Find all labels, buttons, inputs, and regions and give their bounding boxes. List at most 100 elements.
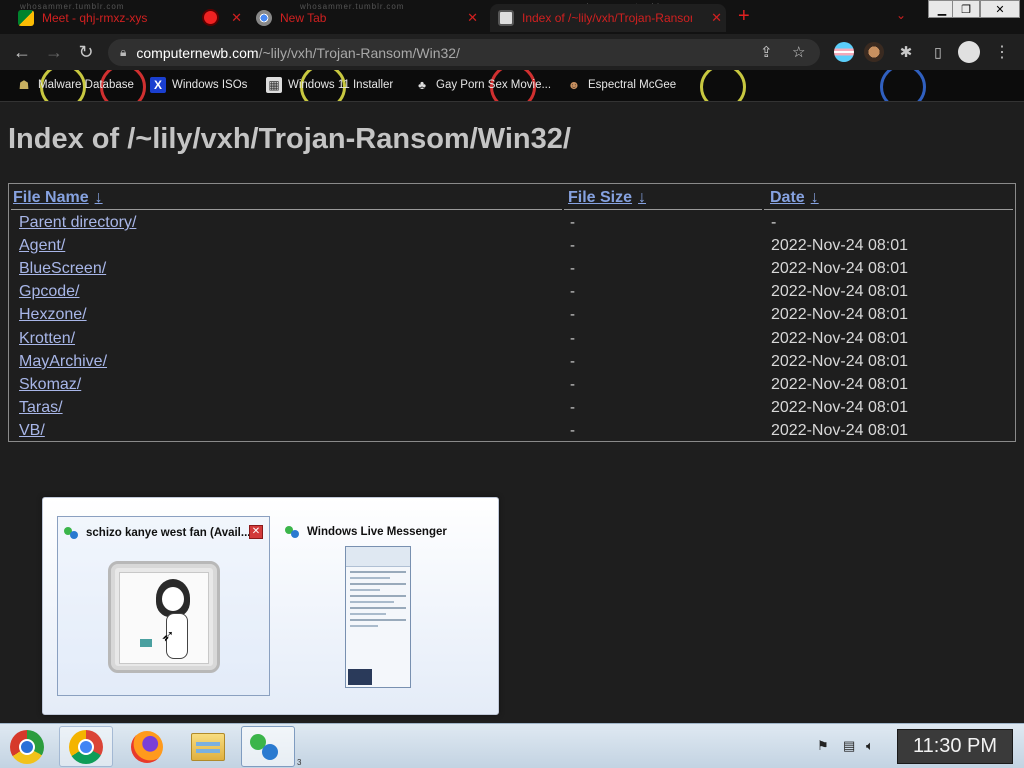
tab-new-tab[interactable]: New Tab ✕ — [256, 4, 482, 32]
sort-file-size-link[interactable]: File Size ↓ — [568, 189, 646, 207]
table-row: Taras/ - 2022-Nov-24 08:01 — [9, 396, 1015, 419]
address-bar[interactable]: 🔒︎ computernewb.com/~lily/vxh/Trojan-Ran… — [108, 39, 820, 66]
x-icon: X — [150, 77, 166, 93]
table-row: Agent/ - 2022-Nov-24 08:01 — [9, 234, 1015, 257]
file-link[interactable]: VB/ — [19, 422, 45, 440]
file-date: 2022-Nov-24 08:01 — [771, 283, 908, 300]
taskbar-messenger[interactable] — [241, 726, 295, 767]
chat-window-preview: ➶ — [108, 561, 220, 673]
action-center-flag-icon[interactable]: ⚑ — [817, 738, 829, 754]
taskbar-thumbnail-popup: schizo kanye west fan (Avail... ✕ ➶ Wind… — [42, 497, 499, 715]
share-icon[interactable]: ⇪ — [760, 43, 773, 61]
sort-arrow-icon: ↓ — [94, 189, 103, 206]
messenger-icon — [250, 732, 280, 762]
extension-flag-icon[interactable] — [834, 42, 854, 62]
user-icon: ☗ — [18, 78, 30, 92]
messenger-buddy-icon — [64, 525, 80, 541]
file-size: - — [570, 306, 575, 323]
file-link[interactable]: Skomaz/ — [19, 376, 81, 394]
bookmark-label: Windows 11 Installer — [288, 79, 394, 91]
lock-icon[interactable]: 🔒︎ — [120, 45, 126, 60]
tab-index-of[interactable]: Index of /~lily/vxh/Trojan-Ransom ✕ — [490, 4, 726, 32]
chrome-icon — [69, 729, 103, 764]
menu-dots-icon[interactable]: ⋮ — [990, 40, 1014, 64]
toolbar: ← → ↻ 🔒︎ computernewb.com/~lily/vxh/Troj… — [0, 34, 1024, 70]
bookmark-windows-11-installer[interactable]: ▦ Windows 11 Installer — [266, 77, 393, 93]
sort-file-name-link[interactable]: File Name ↓ — [13, 189, 103, 207]
bookmark-windows-isos[interactable]: X Windows ISOs — [150, 77, 247, 93]
bookmark-label: Gay Porn Sex Movie... — [436, 79, 552, 91]
figure-icon: ♣ — [418, 78, 426, 92]
url-text[interactable]: computernewb.com/~lily/vxh/Trojan-Ransom… — [136, 45, 460, 61]
bookmark-star-icon[interactable]: ☆ — [792, 43, 805, 61]
taskbar-chromium[interactable] — [0, 726, 54, 767]
file-link[interactable]: BlueScreen/ — [19, 260, 106, 278]
file-link[interactable]: Krotten/ — [19, 330, 75, 348]
tab-search-icon[interactable]: ⌄ — [896, 8, 906, 22]
close-tab-icon[interactable]: ✕ — [467, 10, 478, 26]
file-link[interactable]: Hexzone/ — [19, 306, 87, 324]
restore-button[interactable]: ❐ — [952, 0, 980, 18]
thumbnail-close-icon[interactable]: ✕ — [249, 525, 263, 539]
table-row: MayArchive/ - 2022-Nov-24 08:01 — [9, 350, 1015, 373]
file-link[interactable]: Agent/ — [19, 237, 65, 255]
tab-strip: whosammer.tumblr.com whosammer.tumblr.co… — [0, 0, 1024, 34]
file-size: - — [570, 283, 575, 300]
file-size: - — [570, 260, 575, 277]
bookmarks-bg-decoration — [880, 70, 926, 101]
tab-title: New Tab — [280, 11, 327, 25]
table-row: Hexzone/ - 2022-Nov-24 08:01 — [9, 303, 1015, 326]
volume-icon[interactable]: 🔈︎ — [866, 738, 874, 754]
file-date: 2022-Nov-24 08:01 — [771, 237, 908, 254]
clock-time: 11:30 PM — [912, 735, 998, 757]
bookmark-malware-database[interactable]: ☗ Malware Database — [16, 77, 134, 93]
chromium-icon — [10, 729, 44, 764]
file-size: - — [570, 214, 575, 231]
url-path: /~lily/vxh/Trojan-Ransom/Win32/ — [258, 44, 460, 61]
messenger-buddy-icon — [285, 524, 301, 540]
taskbar-firefox[interactable] — [120, 726, 174, 767]
taskbar-chrome[interactable] — [59, 726, 113, 767]
extension-avatar-icon[interactable] — [864, 42, 884, 62]
bookmark-espectral-mcgee[interactable]: ☻ Espectral McGee — [566, 77, 677, 93]
image-icon: ▦ — [266, 77, 282, 93]
mouse-cursor-icon: ➶ — [161, 628, 175, 645]
new-tab-button[interactable]: + — [738, 6, 750, 26]
close-tab-icon[interactable]: ✕ — [711, 10, 722, 26]
file-date: 2022-Nov-24 08:01 — [771, 306, 908, 323]
extensions-puzzle-icon[interactable]: ✱ — [894, 40, 918, 64]
file-date: 2022-Nov-24 08:01 — [771, 353, 908, 370]
google-meet-icon — [18, 10, 34, 26]
file-size: - — [570, 330, 575, 347]
thumbnail-messenger-window[interactable]: Windows Live Messenger — [279, 516, 485, 696]
table-row: Krotten/ - 2022-Nov-24 08:01 — [9, 327, 1015, 350]
network-icon[interactable]: ▤ — [843, 738, 855, 754]
file-size: - — [570, 399, 575, 416]
file-listing-table: File Name ↓ File Size ↓ Date ↓ Parent direc… — [8, 183, 1016, 442]
thumbnail-chat-window[interactable]: schizo kanye west fan (Avail... ✕ ➶ — [57, 516, 270, 696]
bookmarks-bg-decoration — [700, 70, 746, 101]
recording-icon — [204, 11, 217, 24]
file-link[interactable]: Gpcode/ — [19, 283, 79, 301]
thumbnail-title: Windows Live Messenger — [285, 524, 447, 540]
screen: whosammer.tumblr.com whosammer.tumblr.co… — [0, 0, 1024, 768]
taskbar-clock[interactable]: 11:30 PM — [897, 729, 1013, 764]
bookmark-movie[interactable]: ♣ Gay Porn Sex Movie... — [414, 77, 551, 93]
reload-icon[interactable]: ↻ — [74, 40, 98, 64]
taskbar-file-explorer[interactable] — [181, 726, 235, 767]
back-arrow-icon[interactable]: ← — [10, 40, 34, 64]
person-icon: ☻ — [567, 78, 581, 92]
close-window-button[interactable]: ✕ — [980, 0, 1020, 18]
side-panel-icon[interactable]: ▯ — [926, 40, 950, 64]
file-link[interactable]: Taras/ — [19, 399, 63, 417]
tab-meet[interactable]: Meet - qhj-rmxz-xys ✕ — [18, 4, 246, 32]
file-link[interactable]: MayArchive/ — [19, 353, 107, 371]
chrome-icon — [256, 10, 272, 26]
computer-icon — [498, 10, 514, 26]
file-link[interactable]: Parent directory/ — [19, 214, 136, 232]
forward-arrow-icon[interactable]: → — [42, 40, 66, 64]
close-tab-icon[interactable]: ✕ — [231, 10, 242, 26]
sort-date-link[interactable]: Date ↓ — [770, 189, 819, 207]
profile-avatar-icon[interactable] — [958, 41, 980, 63]
file-date: 2022-Nov-24 08:01 — [771, 399, 908, 416]
